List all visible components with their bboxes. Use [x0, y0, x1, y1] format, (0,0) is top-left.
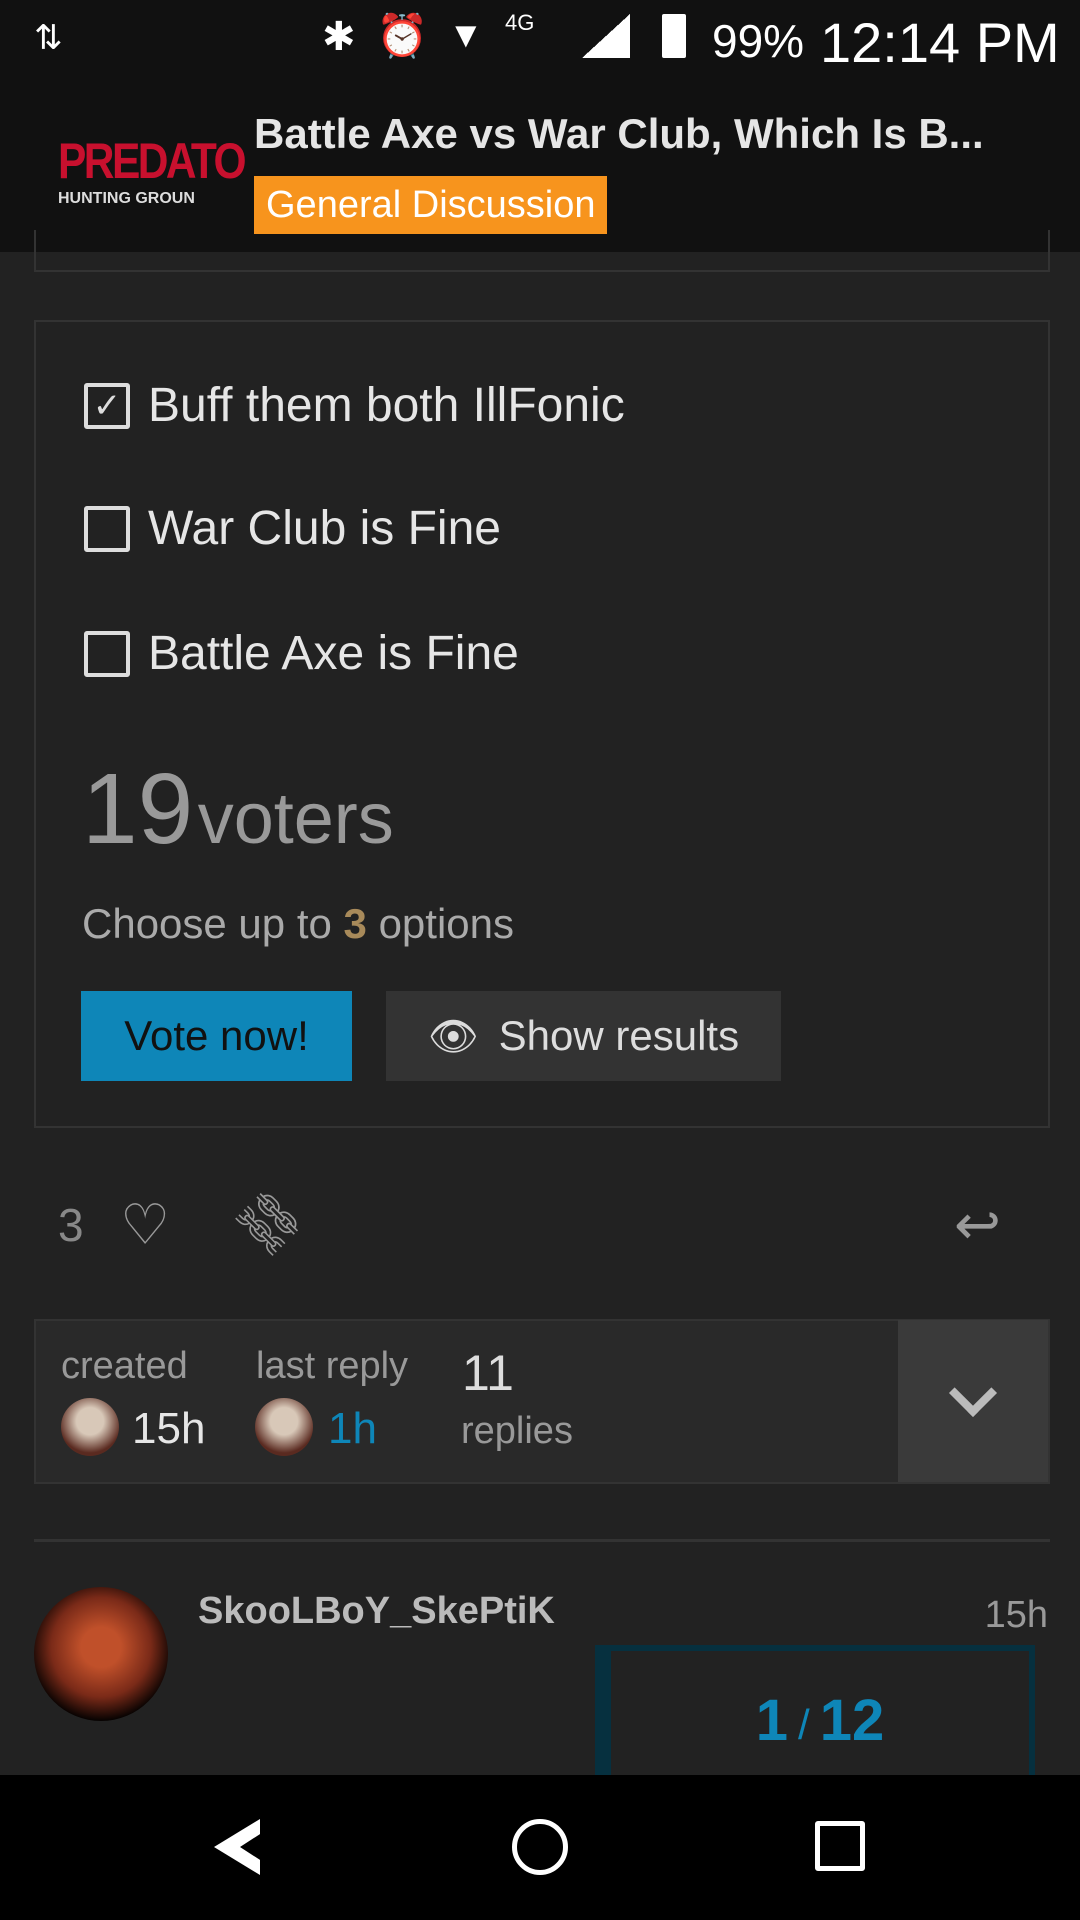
battery-icon [662, 14, 686, 58]
timeline-progress[interactable]: 1 / 12 [595, 1645, 1035, 1785]
previous-post-box [34, 230, 1050, 272]
bluetooth-icon: ✱ [322, 15, 356, 59]
show-results-label: Show results [498, 1012, 740, 1059]
status-bar: ⇅ ✱ ⏰ ▼ 4G 99% 12:14 PM [0, 0, 1080, 92]
voters-number: 19 [82, 753, 194, 865]
logo-subtext: HUNTING GROUN [58, 190, 195, 207]
poll-instructions: Choose up to 3 options [82, 900, 514, 948]
instructions-prefix: Choose up to [82, 900, 332, 947]
wifi-icon: ▼ [448, 14, 484, 55]
checkbox-icon[interactable] [84, 630, 130, 677]
instructions-suffix: options [378, 900, 514, 947]
show-results-button[interactable]: 👁 Show results [386, 991, 781, 1081]
divider [34, 1539, 1050, 1542]
back-icon-inner [240, 1825, 274, 1869]
alarm-icon: ⏰ [376, 12, 429, 59]
poll-option[interactable]: Battle Axe is Fine [84, 626, 519, 681]
clock: 12:14 PM [820, 11, 1060, 74]
max-choices: 3 [343, 900, 367, 947]
created-label: created [61, 1345, 188, 1387]
created-time: 15h [132, 1404, 206, 1453]
progress-separator: / [798, 1701, 810, 1748]
poll-option[interactable]: ✓ Buff them both IllFonic [84, 378, 625, 433]
avatar[interactable] [61, 1398, 119, 1456]
last-reply-time[interactable]: 1h [328, 1404, 377, 1454]
category-badge[interactable]: General Discussion [254, 176, 608, 234]
checkbox-icon[interactable] [84, 505, 130, 552]
reply-icon[interactable]: ↩ [954, 1192, 1001, 1258]
post-time[interactable]: 15h [985, 1594, 1048, 1637]
poll-option-label: Buff them both IllFonic [148, 379, 625, 432]
vote-now-button[interactable]: Vote now! [81, 991, 352, 1081]
topic-header: PREDATO HUNTING GROUN Battle Axe vs War … [0, 92, 1080, 252]
like-heart-icon[interactable]: ♡ [120, 1192, 170, 1258]
avatar[interactable] [255, 1398, 313, 1456]
progress-total: 12 [819, 1688, 885, 1753]
logo-text: PREDATO [58, 133, 247, 189]
post-username[interactable]: SkooLBoY_SkePtiK [198, 1590, 555, 1633]
progress-current: 1 [755, 1688, 789, 1753]
last-reply-label: last reply [256, 1345, 409, 1387]
link-icon[interactable]: ⛓ [224, 1178, 314, 1268]
android-nav-bar [0, 1775, 1080, 1920]
checkbox-checked-icon[interactable]: ✓ [84, 382, 130, 429]
user-avatar[interactable] [34, 1587, 168, 1721]
topic-title[interactable]: Battle Axe vs War Club, Which Is B... [254, 110, 984, 158]
replies-label: replies [461, 1410, 573, 1452]
battery-percent: 99% [712, 15, 805, 67]
recents-icon[interactable] [815, 1821, 865, 1871]
network-type: 4G [505, 10, 535, 35]
poll-option[interactable]: War Club is Fine [84, 501, 501, 556]
replies-count: 11 [462, 1345, 514, 1401]
poll-option-label: War Club is Fine [148, 502, 501, 555]
eye-icon: 👁 [427, 1014, 479, 1059]
expand-stats-button[interactable] [898, 1320, 1048, 1482]
home-icon[interactable] [512, 1819, 568, 1875]
voters-count: 19 voters [82, 752, 394, 867]
poll-option-label: Battle Axe is Fine [148, 627, 519, 680]
signal-icon [582, 14, 630, 58]
site-logo[interactable]: PREDATO HUNTING GROUN [58, 132, 247, 212]
data-transfer-icon: ⇅ [34, 19, 63, 57]
chevron-down-icon [948, 1368, 998, 1418]
like-count: 3 [58, 1199, 84, 1251]
voters-label: voters [197, 779, 394, 859]
